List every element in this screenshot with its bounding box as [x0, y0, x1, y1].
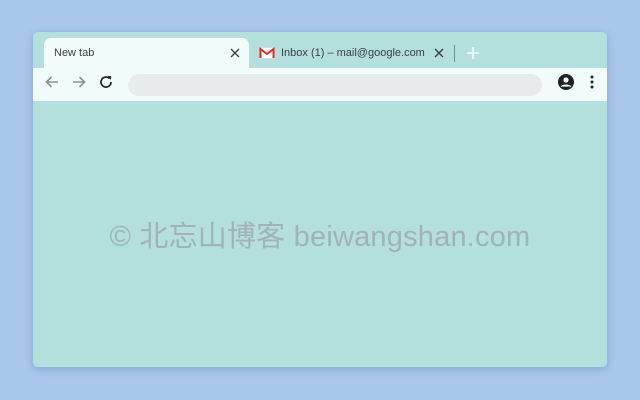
tab-separator: [454, 45, 455, 62]
back-button[interactable]: [40, 73, 64, 97]
desktop-background: New tab Inbox (1) – mail@google.com © 北忘…: [0, 0, 640, 400]
tab-inbox[interactable]: Inbox (1) – mail@google.com: [253, 38, 453, 68]
account-button[interactable]: [554, 73, 578, 97]
forward-button[interactable]: [67, 73, 91, 97]
tab-strip: New tab Inbox (1) – mail@google.com: [33, 32, 607, 68]
close-icon[interactable]: [429, 43, 449, 63]
address-bar[interactable]: [128, 73, 542, 96]
tab-new-tab[interactable]: New tab: [44, 38, 249, 68]
close-icon[interactable]: [225, 43, 245, 63]
tab-title: New tab: [54, 47, 95, 59]
account-circle-icon: [557, 73, 575, 96]
watermark-text: © 北忘山博客 beiwangshan.com: [109, 221, 531, 253]
arrow-back-icon: [44, 74, 60, 95]
browser-window: New tab Inbox (1) – mail@google.com © 北忘…: [33, 32, 607, 367]
tab-title: Inbox (1) – mail@google.com: [281, 47, 425, 59]
reload-button[interactable]: [94, 73, 118, 97]
page-content: © 北忘山博客 beiwangshan.com: [33, 101, 607, 367]
menu-button[interactable]: [580, 73, 604, 97]
new-tab-button[interactable]: [463, 43, 483, 63]
more-vert-icon: [589, 74, 595, 95]
arrow-forward-icon: [71, 74, 87, 95]
gmail-icon: [259, 46, 275, 59]
reload-icon: [98, 74, 114, 95]
toolbar: [33, 68, 607, 101]
